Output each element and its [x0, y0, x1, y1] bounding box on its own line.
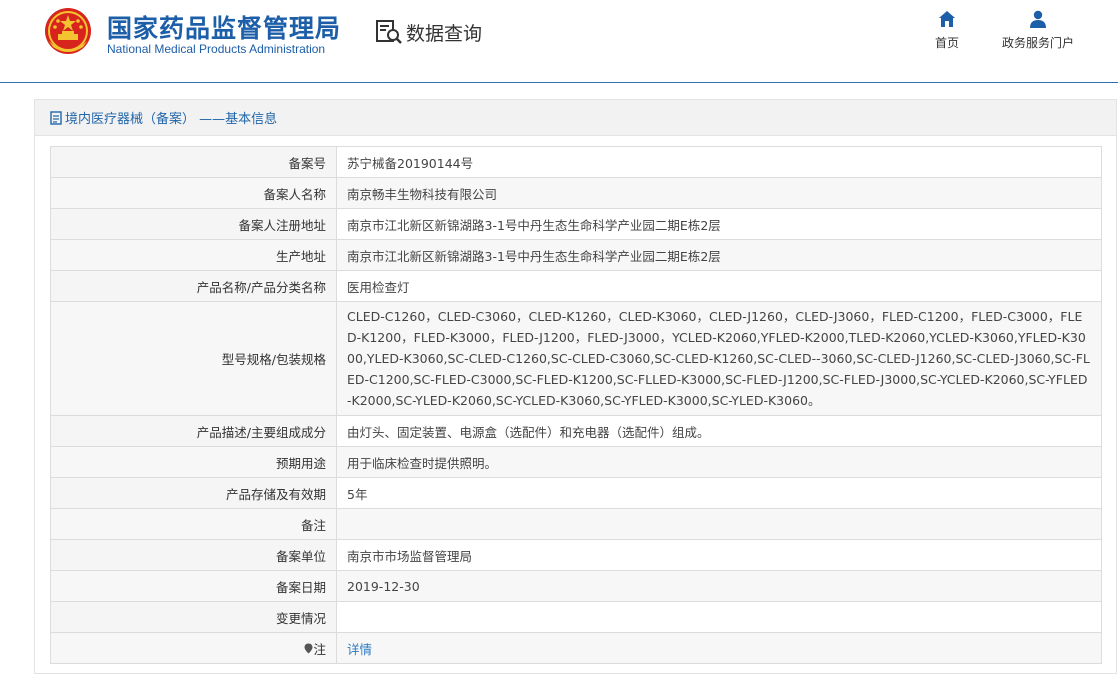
table-row: 备案单位 南京市市场监督管理局: [50, 539, 1102, 571]
brand-title-en[interactable]: National Medical Products Administration: [107, 42, 325, 56]
user-icon: [1030, 10, 1046, 28]
row-key: 备案单位: [50, 539, 337, 571]
row-key: 型号规格/包装规格: [50, 301, 337, 416]
table-row: 备注: [50, 508, 1102, 540]
info-panel: 境内医疗器械（备案） ——基本信息 备案号 苏宁械备20190144号 备案人名…: [34, 99, 1117, 674]
row-value: 苏宁械备20190144号: [336, 146, 1102, 178]
row-key: 备案号: [50, 146, 337, 178]
row-key: 备注: [50, 508, 337, 540]
nav-home-label: 首页: [935, 36, 960, 50]
table-row: 备案号 苏宁械备20190144号: [50, 146, 1102, 178]
details-link[interactable]: 详情: [347, 642, 372, 657]
table-row: 产品名称/产品分类名称 医用检查灯: [50, 270, 1102, 302]
data-query-link[interactable]: 数据查询: [374, 18, 482, 46]
table-row: 备案人注册地址 南京市江北新区新锦湖路3-1号中丹生态生命科学产业园二期E栋2层: [50, 208, 1102, 240]
row-key: 变更情况: [50, 601, 337, 633]
home-icon: [939, 11, 955, 27]
table-row: 生产地址 南京市江北新区新锦湖路3-1号中丹生态生命科学产业园二期E栋2层: [50, 239, 1102, 271]
table-row: 备案人名称 南京畅丰生物科技有限公司: [50, 177, 1102, 209]
row-value: [336, 601, 1102, 633]
table-row: 预期用途 用于临床检查时提供照明。: [50, 446, 1102, 478]
table-row: 注 详情: [50, 632, 1102, 664]
nav-gov-service-portal[interactable]: 政务服务门户: [1002, 10, 1074, 51]
row-key: 产品名称/产品分类名称: [50, 270, 337, 302]
row-key: 产品存储及有效期: [50, 477, 337, 509]
brand-title-cn[interactable]: 国家药品监督管理局: [107, 9, 341, 45]
row-value: [336, 508, 1102, 540]
data-query-label: 数据查询: [406, 22, 483, 45]
row-key: 预期用途: [50, 446, 337, 478]
row-value: 由灯头、固定装置、电源盒（选配件）和充电器（选配件）组成。: [336, 415, 1102, 447]
table-row: 备案日期 2019-12-30: [50, 570, 1102, 602]
nav-gov-service-portal-label: 政务服务门户: [1002, 36, 1075, 50]
row-value: 详情: [336, 632, 1102, 664]
table-row: 变更情况: [50, 601, 1102, 633]
document-search-icon: [376, 20, 402, 44]
basic-info-table: 备案号 苏宁械备20190144号 备案人名称 南京畅丰生物科技有限公司 备案人…: [50, 146, 1102, 664]
row-value: CLED-C1260，CLED-C3060，CLED-K1260，CLED-K3…: [336, 301, 1102, 416]
table-row: 产品描述/主要组成成分 由灯头、固定装置、电源盒（选配件）和充电器（选配件）组成…: [50, 415, 1102, 447]
row-key: 备案人名称: [50, 177, 337, 209]
national-emblem-icon: [45, 8, 91, 54]
table-row: 产品存储及有效期 5年: [50, 477, 1102, 509]
row-value: 用于临床检查时提供照明。: [336, 446, 1102, 478]
table-row: 型号规格/包装规格 CLED-C1260，CLED-C3060，CLED-K12…: [50, 301, 1102, 416]
note-label: 注: [313, 641, 326, 657]
row-value: 2019-12-30: [336, 570, 1102, 602]
row-key: 产品描述/主要组成成分: [50, 415, 337, 447]
row-value: 医用检查灯: [336, 270, 1102, 302]
row-value: 南京市江北新区新锦湖路3-1号中丹生态生命科学产业园二期E栋2层: [336, 208, 1102, 240]
row-value: 南京畅丰生物科技有限公司: [336, 177, 1102, 209]
panel-header: 境内医疗器械（备案） ——基本信息: [35, 100, 1116, 136]
row-key: 备案日期: [50, 570, 337, 602]
panel-title: 境内医疗器械（备案） ——基本信息: [65, 112, 278, 127]
site-header: 国家药品监督管理局 National Medical Products Admi…: [0, 0, 1118, 82]
nav-home[interactable]: 首页: [935, 10, 959, 51]
row-value: 5年: [336, 477, 1102, 509]
pin-icon: [304, 643, 313, 653]
header-divider: [0, 82, 1118, 83]
row-key: 备案人注册地址: [50, 208, 337, 240]
row-key: 生产地址: [50, 239, 337, 271]
document-icon: [50, 110, 62, 125]
row-value: 南京市江北新区新锦湖路3-1号中丹生态生命科学产业园二期E栋2层: [336, 239, 1102, 271]
row-key-note: 注: [50, 632, 337, 664]
row-value: 南京市市场监督管理局: [336, 539, 1102, 571]
